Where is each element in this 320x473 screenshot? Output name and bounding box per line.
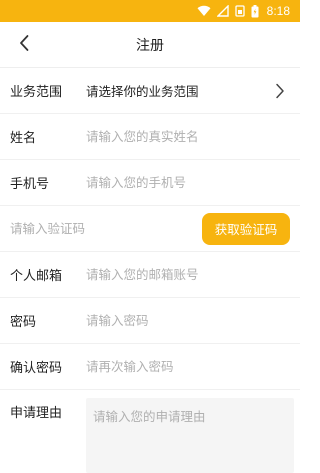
confirm-password-field[interactable] [86,344,300,389]
confirm-password-label: 确认密码 [10,361,63,376]
email-row: 个人邮箱 [0,252,300,298]
name-field[interactable] [86,114,300,159]
email-field[interactable] [86,252,300,297]
business-scope-row[interactable]: 业务范围 请选择你的业务范围 [0,68,300,114]
reason-row: 申请理由 [0,390,300,473]
phone-row: 手机号 [0,160,300,206]
battery-icon [251,4,259,18]
get-code-button[interactable]: 获取验证码 [202,212,290,245]
password-row: 密码 [0,298,300,344]
phone-label: 手机号 [10,177,50,192]
sim-icon [234,5,245,17]
phone-field[interactable] [86,160,300,205]
email-label: 个人邮箱 [10,269,63,284]
business-scope-label: 业务范围 [10,85,63,100]
name-label: 姓名 [10,131,37,146]
status-bar: 8:18 [0,0,300,22]
confirm-password-row: 确认密码 [0,344,300,390]
password-field[interactable] [86,298,300,343]
verification-code-field[interactable] [0,206,202,251]
password-label: 密码 [10,315,37,330]
signal-icon [216,5,229,17]
name-row: 姓名 [0,114,300,160]
status-time: 8:18 [266,4,290,18]
back-button[interactable] [12,33,36,57]
nav-bar: 注册 [0,22,300,68]
reason-textarea[interactable] [86,398,294,473]
chevron-right-icon [268,79,292,103]
chevron-left-icon [18,34,30,56]
business-scope-select[interactable]: 请选择你的业务范围 [86,81,268,100]
reason-label: 申请理由 [10,406,63,421]
verification-code-row: 获取验证码 [0,206,300,252]
page-title: 注册 [136,37,164,54]
wifi-icon [197,5,211,17]
